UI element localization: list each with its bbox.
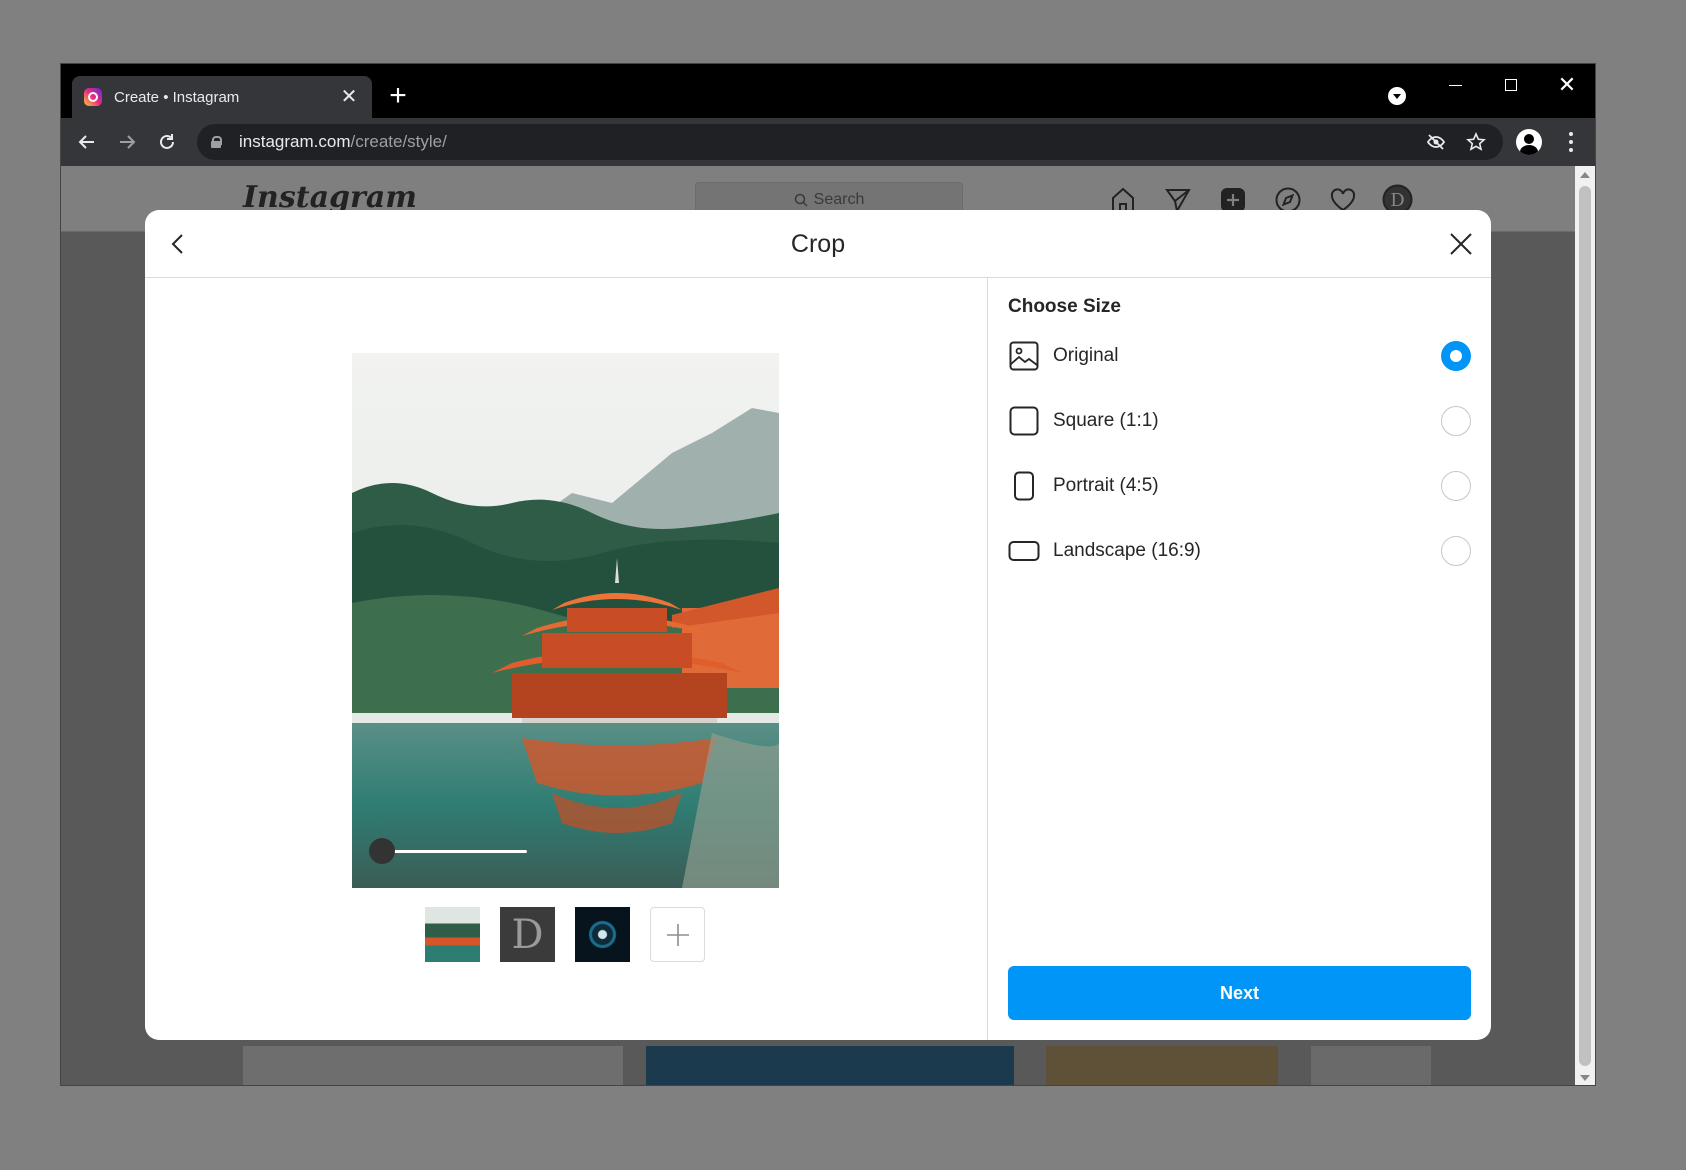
url-host: instagram.com [239, 132, 351, 151]
tab-close-icon[interactable]: ✕ [338, 86, 360, 108]
back-button[interactable] [71, 126, 103, 158]
thumbnail-letter-d[interactable]: D [500, 907, 555, 962]
browser-toolbar: instagram.com/create/style/ [61, 118, 1595, 166]
landscape-icon [1008, 529, 1040, 573]
svg-text:D: D [1390, 190, 1404, 211]
choose-size-heading: Choose Size [1008, 296, 1121, 317]
arrow-right-icon [120, 135, 136, 149]
page-scrollbar[interactable] [1575, 166, 1595, 1085]
zoom-slider-handle[interactable] [369, 838, 395, 864]
radio-portrait[interactable] [1441, 471, 1471, 501]
scroll-down-arrow[interactable] [1580, 1075, 1590, 1081]
radio-square[interactable] [1441, 406, 1471, 436]
address-bar[interactable]: instagram.com/create/style/ [197, 124, 1503, 160]
forward-button[interactable] [111, 126, 143, 158]
option-label: Square (1:1) [1053, 410, 1159, 431]
tab-title: Create • Instagram [114, 88, 240, 106]
reload-button[interactable] [151, 126, 183, 158]
feed-post-preview [646, 1046, 1014, 1085]
maximize-button[interactable] [1483, 68, 1539, 102]
url-path: /create/style/ [350, 132, 447, 151]
add-media-button[interactable] [650, 907, 705, 962]
minimize-button[interactable] [1427, 68, 1483, 102]
option-original[interactable]: Original [1008, 334, 1471, 378]
chevron-left-icon [171, 234, 183, 254]
letter-d-logo: D [511, 911, 544, 958]
option-label: Landscape (16:9) [1053, 540, 1201, 561]
thumbnail-pagoda-lake[interactable] [425, 907, 480, 962]
zoom-slider-track[interactable] [382, 850, 527, 853]
close-button[interactable] [1443, 226, 1479, 262]
scroll-up-arrow[interactable] [1580, 172, 1590, 178]
plus-icon [666, 923, 689, 946]
crop-options-pane: Choose Size Original Square (1:1) Portra… [988, 278, 1491, 1040]
back-button[interactable] [161, 226, 197, 262]
window-close-button[interactable]: ✕ [1539, 68, 1595, 102]
dialog-header: Crop [145, 210, 1491, 278]
radio-landscape[interactable] [1441, 536, 1471, 566]
crop-preview-pane: D [145, 278, 987, 1040]
url-text: instagram.com/create/style/ [239, 132, 1409, 152]
radio-original[interactable] [1441, 341, 1471, 371]
square-icon [1008, 399, 1040, 443]
media-thumbnails: D [425, 907, 705, 962]
option-label: Original [1053, 345, 1119, 366]
portrait-icon [1008, 464, 1040, 508]
arrow-left-icon [78, 135, 94, 149]
new-tab-button[interactable]: + [383, 81, 413, 111]
crop-preview-image[interactable] [352, 353, 779, 888]
feed-post-preview [1311, 1046, 1431, 1085]
star-icon[interactable] [1463, 129, 1489, 155]
thumbnail-eye-closeup[interactable] [575, 907, 630, 962]
instagram-favicon-icon [84, 88, 102, 106]
lock-icon[interactable] [211, 136, 222, 148]
next-button[interactable]: Next [1008, 966, 1471, 1020]
browser-tab[interactable]: Create • Instagram ✕ [72, 76, 372, 118]
more-menu-icon[interactable] [1561, 130, 1581, 154]
tab-search-icon[interactable] [1388, 87, 1406, 105]
option-square[interactable]: Square (1:1) [1008, 399, 1471, 443]
tab-strip: Create • Instagram ✕ + ✕ [61, 64, 1595, 118]
image-icon [1008, 334, 1040, 378]
eye-off-icon[interactable] [1423, 129, 1449, 155]
scroll-thumb[interactable] [1579, 186, 1591, 1066]
pagoda-lake-photo [352, 353, 779, 888]
option-label: Portrait (4:5) [1053, 475, 1159, 496]
crop-dialog: Crop D Choose Size Original Square (1:1)… [145, 210, 1491, 1040]
option-portrait[interactable]: Portrait (4:5) [1008, 464, 1471, 508]
reload-icon [160, 134, 174, 149]
option-landscape[interactable]: Landscape (16:9) [1008, 529, 1471, 573]
close-icon [1450, 233, 1472, 255]
account-icon[interactable] [1516, 129, 1542, 155]
feed-post-preview [1046, 1046, 1278, 1085]
dialog-title: Crop [790, 230, 846, 258]
search-placeholder: Search [813, 191, 865, 208]
feed-post-preview [243, 1046, 623, 1085]
search-icon [794, 193, 808, 207]
